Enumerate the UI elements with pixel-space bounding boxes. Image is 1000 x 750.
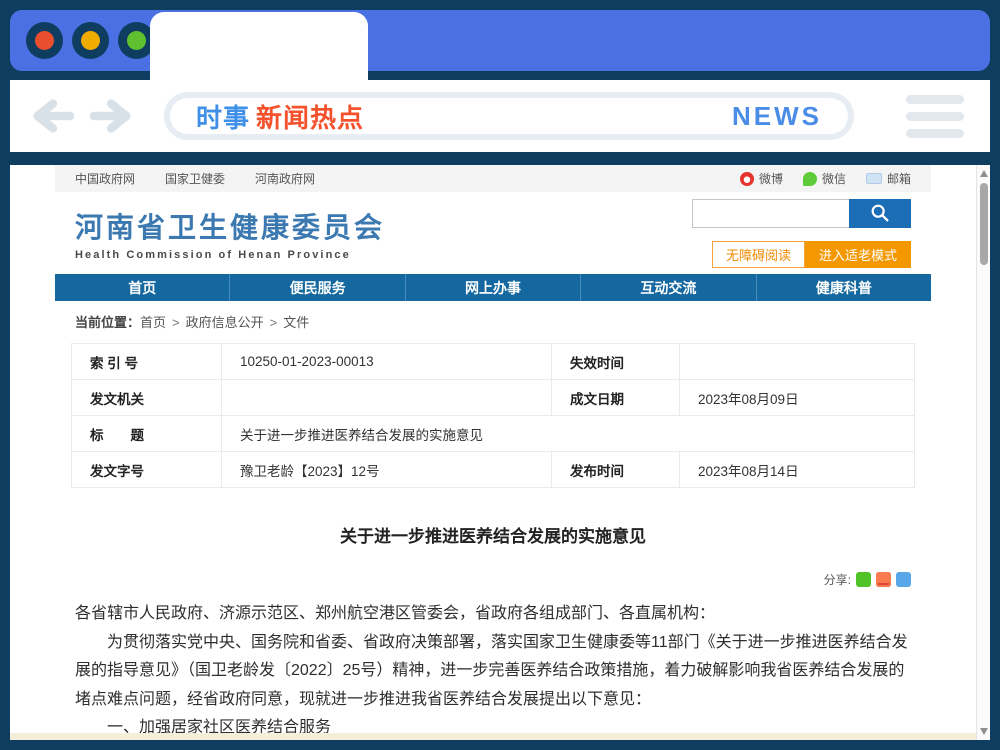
- nav-item-interaction[interactable]: 互动交流: [580, 274, 755, 301]
- weibo-link[interactable]: 微博: [740, 170, 783, 187]
- search-button[interactable]: [849, 199, 911, 228]
- news-badge: NEWS: [732, 101, 822, 132]
- weibo-label: 微博: [759, 170, 783, 187]
- address-bar[interactable]: 时事 新闻热点 NEWS: [164, 92, 854, 140]
- breadcrumb-info[interactable]: 政府信息公开: [186, 315, 264, 330]
- meta-value-written-date: 2023年08月09日: [680, 380, 915, 416]
- back-arrow-icon[interactable]: [28, 97, 74, 135]
- share-qq-icon[interactable]: [896, 572, 911, 587]
- mail-link[interactable]: 邮箱: [866, 170, 911, 187]
- site-title: 河南省卫生健康委员会: [75, 206, 385, 246]
- share-weibo-icon[interactable]: [876, 572, 891, 587]
- scroll-up-icon[interactable]: [980, 170, 988, 177]
- link-nhc[interactable]: 国家卫健委: [165, 170, 225, 187]
- site-logo: 河南省卫生健康委员会 Health Commission of Henan Pr…: [75, 206, 385, 261]
- site-subtitle: Health Commission of Henan Province: [75, 249, 385, 261]
- meta-value-publish-date: 2023年08月14日: [680, 452, 915, 488]
- browser-viewport: 中国政府网 国家卫健委 河南政府网 微博 微信 邮箱: [10, 165, 990, 740]
- wechat-icon: [803, 172, 817, 186]
- main-nav: 首页 便民服务 网上办事 互动交流 健康科普: [55, 274, 931, 301]
- scroll-down-icon[interactable]: [980, 728, 988, 735]
- meta-value-doc-number: 豫卫老龄【2023】12号: [222, 452, 552, 488]
- breadcrumb-file[interactable]: 文件: [283, 315, 309, 330]
- article-paragraph: 各省辖市人民政府、济源示范区、郑州航空港区管委会，省政府各组成部门、各直属机构：: [75, 600, 911, 629]
- browser-tab[interactable]: [150, 12, 368, 82]
- weibo-icon: [740, 172, 754, 186]
- nav-item-services[interactable]: 便民服务: [229, 274, 404, 301]
- site-topbar: 中国政府网 国家卫健委 河南政府网 微博 微信 邮箱: [55, 165, 931, 192]
- meta-label-written-date: 成文日期: [552, 380, 680, 416]
- breadcrumb: 当前位置：首页 > 政府信息公开 > 文件: [55, 301, 931, 341]
- scrollbar-thumb[interactable]: [980, 183, 988, 265]
- address-section-text: 时事: [196, 98, 250, 135]
- search-input[interactable]: [692, 199, 849, 228]
- article-title: 关于进一步推进医养结合发展的实施意见: [55, 522, 931, 547]
- meta-label-doc-number: 发文字号: [72, 452, 222, 488]
- table-row: 发文机关 成文日期 2023年08月09日: [72, 380, 915, 416]
- article-paragraph: 为贯彻落实党中央、国务院和省委、省政府决策部署，落实国家卫生健康委等11部门《关…: [75, 629, 911, 715]
- meta-label-issuer: 发文机关: [72, 380, 222, 416]
- nav-item-health[interactable]: 健康科普: [756, 274, 931, 301]
- link-henan-gov[interactable]: 河南政府网: [255, 170, 315, 187]
- nav-item-home[interactable]: 首页: [55, 274, 229, 301]
- wechat-label: 微信: [822, 170, 846, 187]
- social-links: 微博 微信 邮箱: [740, 170, 911, 187]
- forward-arrow-icon[interactable]: [90, 97, 136, 135]
- mail-icon: [866, 173, 882, 184]
- breadcrumb-separator: >: [172, 315, 180, 330]
- breadcrumb-separator: >: [270, 315, 278, 330]
- meta-value-title: 关于进一步推进医养结合发展的实施意见: [222, 416, 915, 452]
- meta-label-title: 标 题: [72, 416, 222, 452]
- page-footer-strip: [10, 733, 976, 740]
- breadcrumb-prefix: 当前位置：: [75, 315, 140, 330]
- article-body: 各省辖市人民政府、济源示范区、郑州航空港区管委会，省政府各组成部门、各直属机构：…: [75, 600, 911, 740]
- table-row: 索 引 号 10250-01-2023-00013 失效时间: [72, 344, 915, 380]
- breadcrumb-home[interactable]: 首页: [140, 315, 166, 330]
- meta-label-publish-date: 发布时间: [552, 452, 680, 488]
- share-label: 分享:: [824, 571, 851, 588]
- window-controls: [26, 22, 155, 59]
- meta-value-index: 10250-01-2023-00013: [222, 344, 552, 380]
- search-icon: [869, 202, 891, 224]
- nav-item-online[interactable]: 网上办事: [405, 274, 580, 301]
- meta-value-issuer: [222, 380, 552, 416]
- share-wechat-icon[interactable]: [856, 572, 871, 587]
- accessibility-button[interactable]: 无障碍阅读: [712, 241, 805, 268]
- table-row: 标 题 关于进一步推进医养结合发展的实施意见: [72, 416, 915, 452]
- table-row: 发文字号 豫卫老龄【2023】12号 发布时间 2023年08月14日: [72, 452, 915, 488]
- wechat-link[interactable]: 微信: [803, 170, 846, 187]
- browser-window: { "browser": { "address": { "section": "…: [0, 0, 1000, 750]
- menu-icon[interactable]: [906, 95, 964, 138]
- elder-mode-button[interactable]: 进入适老模式: [805, 241, 911, 268]
- mail-label: 邮箱: [887, 170, 911, 187]
- browser-toolbar: 时事 新闻热点 NEWS: [10, 80, 990, 152]
- site-header: 河南省卫生健康委员会 Health Commission of Henan Pr…: [55, 192, 931, 274]
- document-meta-table: 索 引 号 10250-01-2023-00013 失效时间 发文机关 成文日期…: [71, 343, 915, 488]
- page-scrollbar[interactable]: [976, 165, 990, 740]
- meta-label-expiry: 失效时间: [552, 344, 680, 380]
- minimize-window-icon[interactable]: [72, 22, 109, 59]
- meta-value-expiry: [680, 344, 915, 380]
- address-title-text: 新闻热点: [256, 98, 364, 135]
- share-bar: 分享:: [55, 571, 931, 588]
- webpage: 中国政府网 国家卫健委 河南政府网 微博 微信 邮箱: [10, 165, 976, 740]
- link-gov-china[interactable]: 中国政府网: [75, 170, 135, 187]
- close-window-icon[interactable]: [26, 22, 63, 59]
- meta-label-index: 索 引 号: [72, 344, 222, 380]
